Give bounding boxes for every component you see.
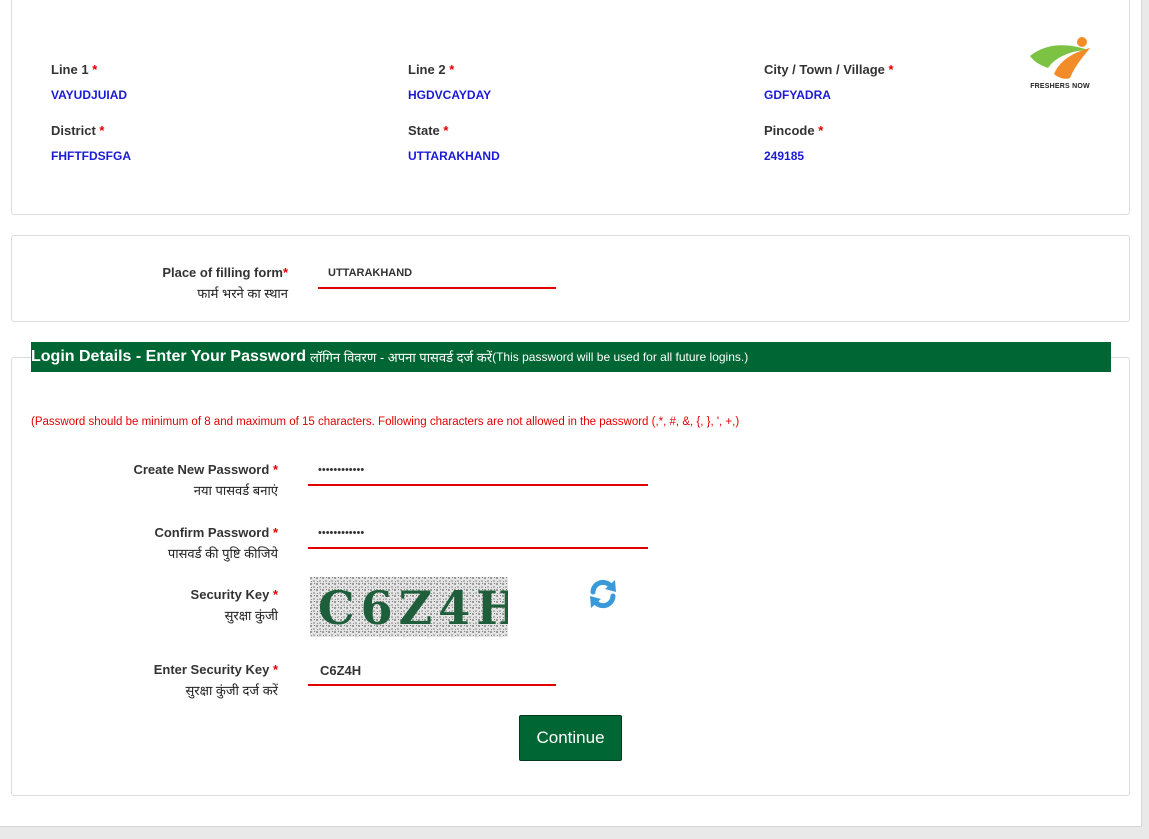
address-panel [11,0,1130,215]
place-label-hindi: फार्म भरने का स्थान [197,286,288,301]
refresh-icon[interactable] [585,576,621,612]
page: Line 1 * VAYUDJUIAD Line 2 * HGDVCAYDAY … [0,0,1142,827]
line1-label: Line 1 * [51,62,98,77]
line1-value: VAYUDJUIAD [51,88,128,102]
state-label: State * [408,123,449,138]
confirm-password-label: Confirm Password * [154,525,278,540]
continue-button[interactable]: Continue [519,715,622,761]
enter-key-hindi: सुरक्षा कुंजी दर्ज करें [185,683,278,698]
security-key-label: Security Key * [190,587,278,602]
new-password-label: Create New Password * [133,462,278,477]
confirm-password-input[interactable] [308,519,648,549]
city-label: City / Town / Village * [764,62,894,77]
login-header-title: Login Details - Enter Your Password [31,348,307,365]
state-value: UTTARAKHAND [408,149,500,163]
captcha-text: C6Z4H [318,581,508,635]
security-key-hindi: सुरक्षा कुंजी [224,608,278,623]
pincode-value: 249185 [764,149,805,163]
new-password-hindi: नया पासवर्ड बनाएं [193,483,278,498]
confirm-password-hindi: पासवर्ड की पुष्टि कीजिये [167,546,278,561]
place-input[interactable] [318,259,556,289]
city-value: GDFYADRA [764,88,831,102]
captcha-image: C6Z4H [310,577,508,637]
line2-label: Line 2 * [408,62,455,77]
password-rule: (Password should be minimum of 8 and max… [31,416,740,428]
new-password-input[interactable] [308,456,648,486]
logo-text: FRESHERS NOW [1030,83,1090,90]
place-label: Place of filling form* [162,265,288,280]
login-header-note: (This password will be used for all futu… [492,350,749,364]
login-header: Login Details - Enter Your Password लॉगि… [31,342,1111,372]
enter-key-label: Enter Security Key * [153,662,278,677]
line2-value: HGDVCAYDAY [408,88,492,102]
pincode-label: Pincode * [764,123,824,138]
district-value: FHFTFDSFGA [51,149,131,163]
security-key-input[interactable] [308,656,556,686]
login-header-hindi: लॉगिन विवरण - अपना पासवर्ड दर्ज करें [310,350,493,365]
district-label: District * [51,123,105,138]
